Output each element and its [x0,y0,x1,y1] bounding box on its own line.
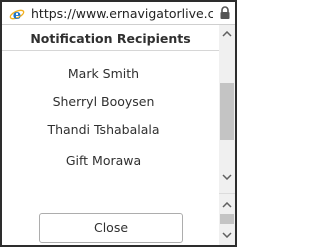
panel-title: Notification Recipients [30,31,191,46]
recipients-panel: Notification Recipients Mark Smith Sherr… [2,25,219,245]
recipient-item: Sherryl Booysen [52,94,155,109]
recipient-item: Mark Smith [67,66,140,81]
scroll-up-button[interactable] [219,25,235,42]
inner-scrollbar[interactable] [219,25,235,193]
title-divider [2,50,219,51]
svg-text:e: e [13,8,21,22]
chevron-up-icon [222,201,232,208]
chevron-down-icon [222,173,232,180]
page-scroll-up-button[interactable] [219,196,235,213]
page-scrollbar[interactable] [219,193,235,245]
scroll-down-button[interactable] [219,168,235,185]
chevron-up-icon [222,30,232,37]
page-scroll-thumb[interactable] [220,214,234,224]
scroll-thumb[interactable] [220,83,234,140]
popup-window: e https://www.ernavigatorlive.co.za/f No… [0,0,237,247]
recipient-item: Thandi Tshabalala [47,122,160,137]
recipient-item: Gift Morawa [65,153,142,168]
close-button[interactable]: Close [39,213,183,243]
page-scroll-down-button[interactable] [219,226,235,243]
url-field[interactable]: https://www.ernavigatorlive.co.za/f [31,5,213,22]
lock-icon [220,6,230,19]
chevron-down-icon [222,231,232,238]
url-text: https://www.ernavigatorlive.co.za/ [31,6,213,21]
address-bar: e https://www.ernavigatorlive.co.za/f [2,2,235,25]
ie-logo-icon: e [9,8,25,22]
